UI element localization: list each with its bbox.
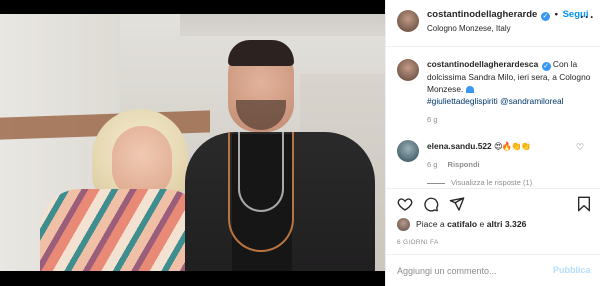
replies-line-divider xyxy=(427,182,445,184)
photo-background-beam xyxy=(180,14,385,36)
caption-author-avatar[interactable] xyxy=(397,59,419,81)
likes-row: Piace a catifalo e altri 3.326 xyxy=(397,218,597,232)
likes-others[interactable]: altri 3.326 xyxy=(487,219,527,229)
publish-button[interactable]: Pubblica xyxy=(553,265,591,275)
likes-prefix: Piace a xyxy=(416,219,448,229)
verified-icon: ✓ xyxy=(540,12,550,21)
comment-icon[interactable] xyxy=(423,196,439,212)
more-options-icon[interactable]: ··· xyxy=(580,10,595,24)
reply-button[interactable]: Rispondi xyxy=(448,160,480,169)
caption-username[interactable]: costantinodellagherardesca xyxy=(427,59,538,69)
comment-like-heart-icon[interactable]: ♡ xyxy=(576,142,584,153)
post-date[interactable]: 6 GIORNI FA xyxy=(397,239,439,246)
bookmark-icon[interactable] xyxy=(576,196,592,212)
woman-face xyxy=(112,126,172,198)
comment-meta: 6 g Rispondi xyxy=(427,160,488,169)
likes-middle: e xyxy=(477,219,487,229)
comment-input[interactable] xyxy=(397,264,547,278)
caption-hashtags[interactable]: #giuliettadeglispiriti @sandramiloreal xyxy=(427,96,564,106)
comment-text: 😍🔥👏👏 xyxy=(494,141,531,151)
action-bar xyxy=(386,188,600,218)
add-comment-bar: Pubblica xyxy=(386,254,600,286)
view-replies-label: Visualizza le risposte (1) xyxy=(451,178,533,187)
header-user-line: costantinodellagherarde ✓ • Segui xyxy=(427,9,588,21)
verified-icon: ✓ xyxy=(541,62,551,71)
comments-section[interactable]: costantinodellagherardesca ✓ Con la dolc… xyxy=(386,48,600,188)
post-sidebar: costantinodellagherarde ✓ • Segui Cologn… xyxy=(385,0,600,286)
liker-username[interactable]: catifalo xyxy=(447,219,477,229)
comment-item: elena.sandu.522 😍🔥👏👏 xyxy=(427,141,531,152)
commenter-avatar[interactable] xyxy=(397,140,419,162)
post-photo[interactable] xyxy=(0,14,385,271)
comment-username[interactable]: elena.sandu.522 xyxy=(427,141,492,151)
woman-patterned-top xyxy=(40,189,205,271)
post-header: costantinodellagherarde ✓ • Segui Cologn… xyxy=(386,0,600,47)
view-replies-link[interactable]: Visualizza le risposte (1) xyxy=(427,178,532,187)
caption-time[interactable]: 6 g xyxy=(427,115,437,124)
author-avatar[interactable] xyxy=(397,10,419,32)
send-icon[interactable] xyxy=(449,196,465,212)
comment-time[interactable]: 6 g xyxy=(427,160,437,169)
caption: costantinodellagherardesca ✓ Con la dolc… xyxy=(427,58,597,107)
blue-heart-emoji-icon xyxy=(465,86,474,93)
heart-icon[interactable] xyxy=(397,196,413,212)
necklace-short xyxy=(238,132,284,212)
instagram-post: costantinodellagherarde ✓ • Segui Cologn… xyxy=(0,0,600,286)
man-hair xyxy=(228,40,294,66)
liker-avatar[interactable] xyxy=(397,218,410,231)
likes-summary[interactable]: Piace a catifalo e altri 3.326 xyxy=(416,219,526,229)
author-username[interactable]: costantinodellagherarde xyxy=(427,9,537,20)
post-location[interactable]: Cologno Monzese, Italy xyxy=(427,24,511,33)
separator-dot: • xyxy=(554,9,558,20)
photo-container xyxy=(0,0,385,286)
